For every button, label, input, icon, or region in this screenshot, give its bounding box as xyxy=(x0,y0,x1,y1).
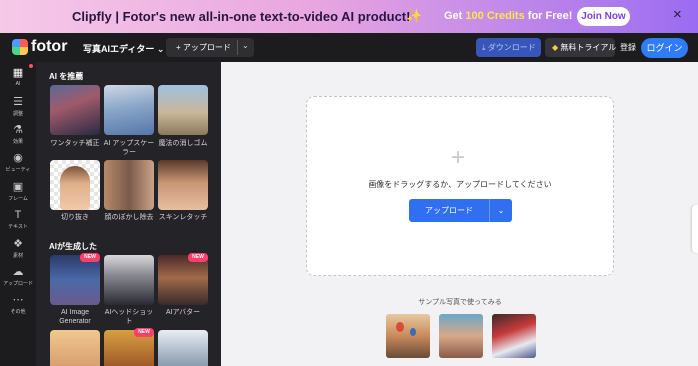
elements-icon: ❖ xyxy=(13,238,23,250)
fotor-logo-icon xyxy=(12,39,28,55)
plus-icon: + xyxy=(451,144,466,171)
download-label: ⤓ ダウンロード xyxy=(482,43,536,52)
sample-photos-title: サンプル写真で使ってみる xyxy=(418,299,502,306)
flask-icon: ⚗ xyxy=(13,124,23,136)
register-link[interactable]: 登録 xyxy=(620,42,636,53)
tile-face-deblur[interactable] xyxy=(104,160,154,210)
tile-label: AIヘッドショット xyxy=(104,309,154,325)
chevron-down-icon[interactable]: ⌄ xyxy=(242,41,249,50)
banner-text: Clipfly | Fotor's new all-in-one text-to… xyxy=(72,9,411,24)
divider xyxy=(237,40,238,55)
diamond-icon: ◆ xyxy=(552,43,559,52)
grid-icon: ▦ xyxy=(12,67,24,79)
tile-label: 魔法の消しゴム xyxy=(158,140,208,147)
cloud-upload-icon: ☁ xyxy=(12,266,24,278)
tile-ai-image-generator[interactable] xyxy=(50,255,100,305)
join-now-button[interactable]: Join Now xyxy=(577,7,630,26)
rail-item-text[interactable]: T テキスト xyxy=(0,209,36,230)
sample-photo-balloons[interactable] xyxy=(386,314,430,358)
new-badge: NEW xyxy=(80,253,100,262)
close-icon[interactable]: × xyxy=(673,6,682,23)
tile-ai-upscaler[interactable] xyxy=(104,85,154,135)
section-title-recommended: AI を推薦 xyxy=(49,72,84,81)
promo-banner[interactable]: Clipfly | Fotor's new all-in-one text-to… xyxy=(0,0,698,33)
rail-item-elements[interactable]: ❖ 素材 xyxy=(0,238,36,259)
text-icon: T xyxy=(14,209,22,221)
tile-label: 顔のぼかし除去 xyxy=(104,214,154,221)
free-trial-label: ◆ 無料トライアル xyxy=(552,43,617,52)
upload-options-button[interactable]: ⌄ xyxy=(489,199,512,222)
tile-label: AI Image Generator xyxy=(59,309,91,325)
chevron-down-icon: ⌄ xyxy=(497,206,505,215)
upload-button-label: + アップロード xyxy=(176,43,231,52)
tile-label: AI アップスケーラー xyxy=(103,140,155,156)
rail-item-frame[interactable]: ▣ フレーム xyxy=(0,181,36,202)
new-badge: NEW xyxy=(134,328,154,337)
section-title-generated: AIが生成した xyxy=(49,242,97,251)
tile-label: 切り抜き xyxy=(61,214,89,221)
rail-item-effects[interactable]: ⚗ 効果 xyxy=(0,124,36,145)
sliders-icon: ☰ xyxy=(13,96,23,108)
tile-label: ワンタッチ補正 xyxy=(50,140,100,147)
tile-cutout[interactable] xyxy=(50,160,100,210)
right-panel-handle[interactable] xyxy=(692,205,698,253)
banner-credits: Get 100 Credits for Free! xyxy=(444,10,573,22)
top-bar: fotor 写真AIエディター ⌄ + アップロード ⌄ ⤓ ダウンロード ◆ … xyxy=(0,33,698,62)
download-icon: ⤓ xyxy=(482,43,486,52)
drop-instruction: 画像をドラッグするか、アップロードしてください xyxy=(368,180,552,189)
login-button[interactable]: ログイン xyxy=(641,38,688,58)
tile-skin-retouch[interactable] xyxy=(158,160,208,210)
tile-label: AIアバター xyxy=(165,309,201,316)
rail-item-adjust[interactable]: ☰ 調整 xyxy=(0,96,36,117)
balloon-shape xyxy=(410,328,416,336)
sample-photo-flag[interactable] xyxy=(492,314,536,358)
chevron-down-icon: ⌄ xyxy=(156,44,165,54)
tile-generated-6[interactable] xyxy=(158,330,208,366)
brand-name: fotor xyxy=(31,38,68,55)
tile-one-tap-enhance[interactable] xyxy=(50,85,100,135)
sparkle-icon: ✨ xyxy=(406,8,423,23)
rail-item-upload[interactable]: ☁ アップロード xyxy=(0,266,36,287)
more-icon: ⋯ xyxy=(12,294,24,306)
upload-button[interactable]: アップロード xyxy=(409,199,489,222)
rail-item-beauty[interactable]: ◉ ビューティ xyxy=(0,152,36,173)
sample-photo-portrait[interactable] xyxy=(439,314,483,358)
tile-ai-avatar[interactable] xyxy=(158,255,208,305)
rail-item-ai[interactable]: ▦ AI xyxy=(0,67,36,87)
tile-magic-eraser[interactable] xyxy=(158,85,208,135)
tile-ai-headshot[interactable] xyxy=(104,255,154,305)
rail-item-more[interactable]: ⋯ その他 xyxy=(0,294,36,315)
tile-label: スキンレタッチ xyxy=(158,214,208,221)
tile-generated-4[interactable] xyxy=(50,330,100,366)
eye-icon: ◉ xyxy=(13,152,23,164)
cutout-subject xyxy=(60,166,90,210)
balloon-shape xyxy=(396,322,404,332)
new-badge: NEW xyxy=(188,253,208,262)
tool-select[interactable]: 写真AIエディター ⌄ xyxy=(83,42,164,55)
frame-icon: ▣ xyxy=(12,181,24,193)
